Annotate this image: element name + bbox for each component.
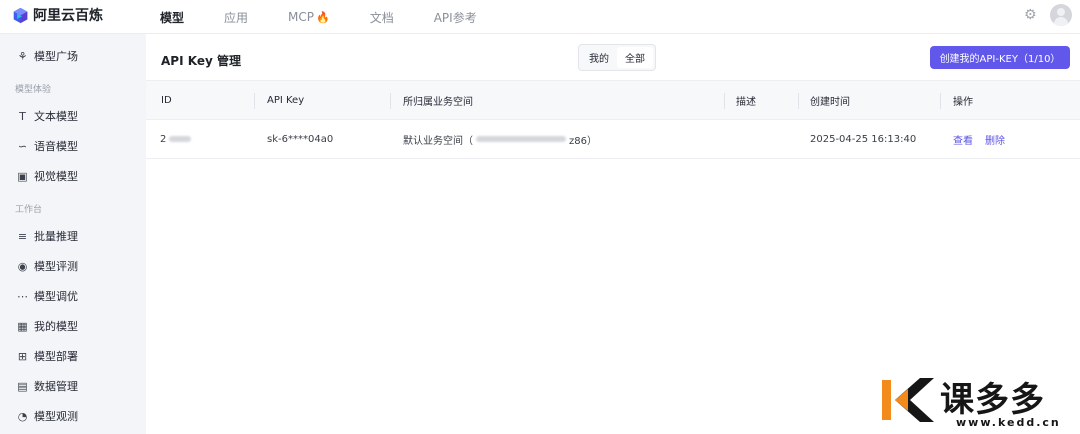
model-square-icon: ⚘ (17, 49, 28, 63)
nav-item-models[interactable]: 模型 (160, 9, 184, 26)
column-divider (940, 93, 941, 109)
column-header-actions: 操作 (953, 96, 973, 108)
column-divider (798, 93, 799, 109)
table-row: 2 sk-6****04a0 默认业务空间（ z86） 2025-04-25 1… (146, 120, 1080, 159)
nav-item-mcp-label: MCP (288, 10, 314, 24)
sidebar-item-label: 模型评测 (34, 260, 78, 273)
sidebar-item-voice-model[interactable]: ∽ 语音模型 (16, 136, 78, 156)
sidebar-group-title: 工作台 (15, 205, 43, 215)
batch-icon: ≡ (17, 229, 28, 243)
camera-icon: ▣ (17, 169, 28, 183)
sidebar-item-label: 语音模型 (34, 140, 78, 153)
redacted-text (169, 136, 192, 142)
sidebar-item-label: 我的模型 (34, 320, 78, 333)
cell-workspace-suffix: z86） (569, 135, 597, 147)
column-divider (390, 93, 391, 109)
cell-id: 2 (160, 120, 194, 158)
fire-icon: 🔥 (316, 11, 330, 24)
deploy-icon: ⊞ (17, 349, 28, 363)
cell-workspace-prefix: 默认业务空间（ (403, 135, 473, 147)
sidebar-item-batch[interactable]: ≡ 批量推理 (16, 226, 78, 246)
column-header-description: 描述 (736, 96, 756, 108)
sidebar: ⚘ 模型广场 模型体验 T 文本模型 ∽ 语音模型 ▣ 视觉模型 工作台 ≡ 批… (0, 34, 146, 434)
sidebar-item-label: 模型部署 (34, 350, 78, 363)
nav-item-mcp[interactable]: MCP 🔥 (288, 10, 330, 24)
table-header: ID API Key 所归属业务空间 描述 创建时间 操作 (146, 80, 1080, 120)
watermark: 课多多 www.kedd.cn (880, 374, 1076, 430)
watermark-k-logo-icon (882, 378, 934, 422)
nav-item-api-ref[interactable]: API参考 (434, 9, 477, 26)
watermark-url: www.kedd.cn (956, 416, 1061, 429)
filter-mine[interactable]: 我的 (581, 47, 617, 68)
sidebar-item-my-models[interactable]: ▦ 我的模型 (16, 316, 78, 336)
column-header-id: ID (161, 94, 172, 106)
pie-icon: ◔ (17, 409, 28, 423)
watermark-text: 课多多 (940, 380, 1045, 420)
column-header-workspace: 所归属业务空间 (403, 96, 473, 108)
top-nav: 模型 应用 MCP 🔥 文档 API参考 (160, 0, 517, 34)
cell-created-at: 2025-04-25 16:13:40 (810, 133, 917, 145)
column-header-created-at: 创建时间 (810, 96, 850, 108)
top-right-tools: ⚙ (1024, 4, 1072, 26)
sidebar-item-label: 视觉模型 (34, 170, 78, 183)
sidebar-item-label: 批量推理 (34, 230, 78, 243)
compass-icon: ◉ (17, 259, 28, 273)
cell-workspace: 默认业务空间（ z86） (403, 120, 597, 158)
sliders-icon: ⋯ (17, 289, 28, 303)
sidebar-item-vision-model[interactable]: ▣ 视觉模型 (16, 166, 78, 186)
sidebar-item-eval[interactable]: ◉ 模型评测 (16, 256, 78, 276)
nav-item-docs[interactable]: 文档 (370, 9, 394, 26)
user-avatar[interactable] (1050, 4, 1072, 26)
page-title: API Key 管理 (161, 54, 241, 68)
column-header-api-key: API Key (267, 94, 305, 106)
column-divider (724, 93, 725, 109)
top-bar: 阿里云百炼 模型 应用 MCP 🔥 文档 API参考 ⚙ (0, 0, 1080, 34)
sidebar-item-label: 模型调优 (34, 290, 78, 303)
cell-api-key: sk-6****04a0 (267, 133, 334, 145)
nav-item-apps[interactable]: 应用 (224, 9, 248, 26)
sidebar-group-title: 模型体验 (15, 85, 52, 95)
view-link[interactable]: 查看 (953, 132, 973, 147)
grid-icon: ▦ (17, 319, 28, 333)
filter-all[interactable]: 全部 (617, 47, 653, 68)
cell-id-text: 2 (160, 133, 167, 145)
sidebar-item-label: 模型广场 (34, 50, 78, 63)
text-icon: T (19, 109, 26, 123)
delete-link[interactable]: 删除 (985, 132, 1005, 147)
sidebar-item-tuning[interactable]: ⋯ 模型调优 (16, 286, 78, 306)
brand[interactable]: 阿里云百炼 (12, 4, 103, 26)
brand-name: 阿里云百炼 (33, 8, 103, 24)
column-divider (254, 93, 255, 109)
cell-actions: 查看 删除 (953, 120, 1017, 158)
create-api-key-button[interactable]: 创建我的API-KEY（1/10） (930, 46, 1070, 69)
owner-filter: 我的 全部 (578, 44, 656, 71)
brand-logo-icon (13, 7, 28, 23)
sidebar-item-observe[interactable]: ◔ 模型观测 (16, 406, 78, 426)
sidebar-item-data[interactable]: ▤ 数据管理 (16, 376, 78, 396)
sidebar-item-label: 文本模型 (34, 110, 78, 123)
chart-box-icon: ▤ (17, 379, 28, 393)
sidebar-item-model-square[interactable]: ⚘ 模型广场 (16, 46, 78, 66)
sidebar-item-deploy[interactable]: ⊞ 模型部署 (16, 346, 78, 366)
sidebar-item-label: 数据管理 (34, 380, 78, 393)
gear-icon[interactable]: ⚙ (1024, 8, 1038, 22)
voice-icon: ∽ (17, 139, 28, 153)
sidebar-item-text-model[interactable]: T 文本模型 (16, 106, 78, 126)
redacted-text (476, 136, 566, 142)
sidebar-item-label: 模型观测 (34, 410, 78, 423)
